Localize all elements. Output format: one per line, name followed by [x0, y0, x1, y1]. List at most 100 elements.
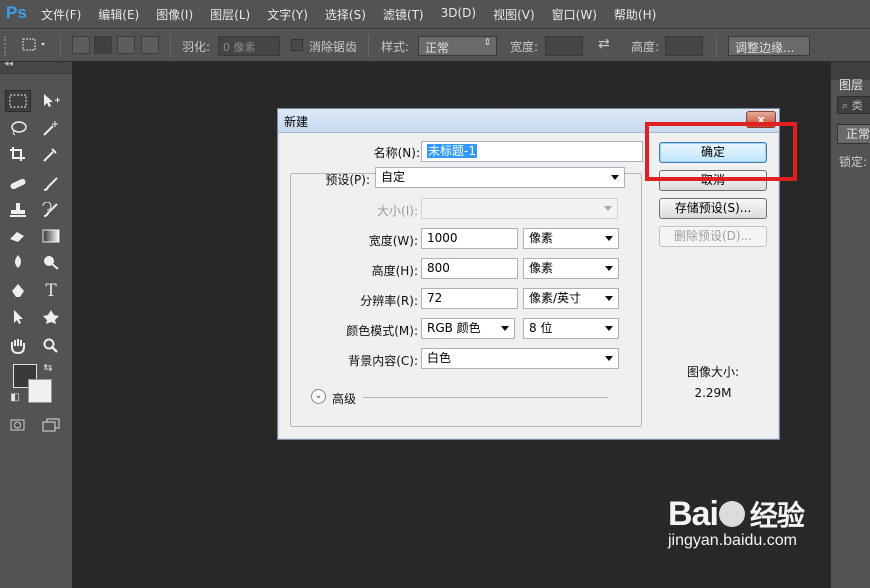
- collapse-icon[interactable]: ◂◂: [4, 59, 13, 69]
- resolution-unit-value: 像素/英寸: [529, 291, 582, 305]
- tools-panel: ◂◂ T ⇆ ◧: [0, 59, 73, 588]
- antialias-checkbox[interactable]: [291, 39, 303, 51]
- width-input[interactable]: 1000: [421, 228, 518, 249]
- chevron-down-icon: [605, 236, 613, 241]
- chevron-down-icon: [605, 296, 613, 301]
- save-preset-button[interactable]: 存储预设(S)...: [659, 198, 767, 219]
- refine-edge-button[interactable]: 调整边缘...: [728, 36, 810, 56]
- rect-marquee-tool-icon[interactable]: [5, 90, 31, 112]
- marquee-preset-icon[interactable]: [22, 38, 50, 58]
- watermark-url: jingyan.baidu.com: [668, 532, 797, 549]
- path-selection-tool-icon[interactable]: [5, 306, 31, 328]
- height-unit-select[interactable]: 像素: [523, 258, 619, 279]
- resolution-unit-select[interactable]: 像素/英寸: [523, 288, 619, 309]
- eraser-tool-icon[interactable]: [5, 225, 31, 247]
- brush-tool-icon[interactable]: [38, 173, 64, 195]
- height-input[interactable]: [665, 36, 703, 56]
- healing-brush-tool-icon[interactable]: [5, 173, 31, 195]
- lasso-tool-icon[interactable]: [5, 117, 31, 139]
- quick-mask-icon[interactable]: [5, 414, 31, 436]
- swap-icon[interactable]: ⇄: [598, 36, 610, 52]
- menu-edit[interactable]: 编辑(E): [95, 6, 142, 23]
- screen-mode-icon[interactable]: [38, 414, 64, 436]
- width-label: 宽度:: [510, 40, 539, 54]
- options-separator: [368, 35, 369, 57]
- pen-tool-icon[interactable]: [5, 280, 31, 302]
- hand-tool-icon[interactable]: [5, 335, 31, 357]
- menu-window[interactable]: 窗口(W): [549, 6, 600, 23]
- gradient-tool-icon[interactable]: [38, 225, 64, 247]
- type-tool-icon[interactable]: T: [38, 280, 64, 302]
- eyedropper-tool-icon[interactable]: [38, 143, 64, 165]
- lock-label: 锁定:: [839, 155, 868, 169]
- blend-mode-select[interactable]: 正常: [837, 124, 870, 144]
- background-value: 白色: [427, 351, 452, 365]
- dodge-tool-icon[interactable]: [38, 251, 64, 273]
- background-color-swatch[interactable]: [28, 379, 52, 403]
- bit-depth-select[interactable]: 8 位: [523, 318, 619, 339]
- zoom-tool-icon[interactable]: [38, 335, 64, 357]
- resolution-input[interactable]: 72: [421, 288, 518, 309]
- height-input[interactable]: 800: [421, 258, 518, 279]
- width-input[interactable]: [545, 36, 583, 56]
- menu-layer[interactable]: 图层(L): [207, 6, 253, 23]
- chevron-down-icon: [605, 356, 613, 361]
- clone-stamp-tool-icon[interactable]: [5, 199, 31, 221]
- background-select[interactable]: 白色: [421, 348, 619, 369]
- feather-label: 羽化:: [182, 40, 211, 54]
- options-bar: 羽化: 0 像素 消除锯齿 样式: 正常 ⇕ 宽度: ⇄ 高度: 调整边缘...: [0, 29, 870, 62]
- style-select[interactable]: 正常 ⇕: [418, 36, 497, 56]
- layer-filter-search[interactable]: ⌕ 类: [837, 96, 870, 114]
- watermark-logo-text: Bai: [668, 495, 719, 533]
- add-selection-button[interactable]: [94, 36, 112, 54]
- background-label: 背景内容(C):: [348, 354, 418, 368]
- crop-tool-icon[interactable]: [5, 143, 31, 165]
- history-brush-tool-icon[interactable]: [38, 199, 64, 221]
- subtract-selection-button[interactable]: [117, 36, 135, 54]
- filter-kind-label: 类: [851, 99, 863, 112]
- paw-icon: [718, 501, 745, 527]
- highlight-annotation: [645, 122, 797, 181]
- blur-tool-icon[interactable]: [5, 251, 31, 273]
- menu-view[interactable]: 视图(V): [490, 6, 538, 23]
- chevron-down-icon: [611, 175, 619, 180]
- menu-filter[interactable]: 滤镜(T): [380, 6, 427, 23]
- chevron-down-icon: [605, 326, 613, 331]
- preset-select[interactable]: 自定: [375, 167, 625, 188]
- default-colors-icon[interactable]: ◧: [8, 390, 22, 404]
- menu-image[interactable]: 图像(I): [153, 6, 196, 23]
- options-separator: [60, 35, 61, 57]
- chevron-down-icon: [604, 206, 612, 211]
- custom-shape-tool-icon[interactable]: [38, 306, 64, 328]
- options-grip[interactable]: [4, 36, 8, 56]
- move-tool-icon[interactable]: [38, 90, 64, 112]
- size-select[interactable]: [421, 198, 618, 219]
- resolution-label: 分辨率(R):: [360, 294, 418, 308]
- image-size-label: 图像大小:: [686, 365, 740, 379]
- expand-advanced-icon[interactable]: ⌄: [311, 389, 326, 404]
- chevron-down-icon: [501, 326, 509, 331]
- menu-select[interactable]: 选择(S): [322, 6, 369, 23]
- advanced-label[interactable]: 高级: [332, 390, 356, 407]
- antialias-label: 消除锯齿: [309, 40, 358, 54]
- delete-preset-button[interactable]: 删除预设(D)...: [659, 226, 767, 247]
- magic-wand-tool-icon[interactable]: [38, 117, 64, 139]
- name-label: 名称(N):: [373, 146, 420, 160]
- width-unit-select[interactable]: 像素: [523, 228, 619, 249]
- menu-3d[interactable]: 3D(D): [438, 6, 479, 23]
- photoshop-logo: Ps: [6, 3, 27, 22]
- swap-colors-icon[interactable]: ⇆: [40, 360, 56, 374]
- new-selection-button[interactable]: [72, 36, 90, 54]
- intersect-selection-button[interactable]: [141, 36, 159, 54]
- color-mode-select[interactable]: RGB 颜色: [421, 318, 515, 339]
- chevron-down-icon: [605, 266, 613, 271]
- name-input[interactable]: 未标题-1: [421, 141, 643, 162]
- feather-input[interactable]: 0 像素: [218, 36, 280, 56]
- tab-layers[interactable]: 图层: [839, 76, 863, 93]
- menu-type[interactable]: 文字(Y): [264, 6, 311, 23]
- watermark-logo: Bai 经验: [668, 494, 805, 534]
- menu-file[interactable]: 文件(F): [38, 6, 84, 23]
- menu-help[interactable]: 帮助(H): [611, 6, 659, 23]
- height-label: 高度(H):: [371, 264, 418, 278]
- menu-items: 文件(F) 编辑(E) 图像(I) 图层(L) 文字(Y) 选择(S) 滤镜(T…: [38, 6, 659, 23]
